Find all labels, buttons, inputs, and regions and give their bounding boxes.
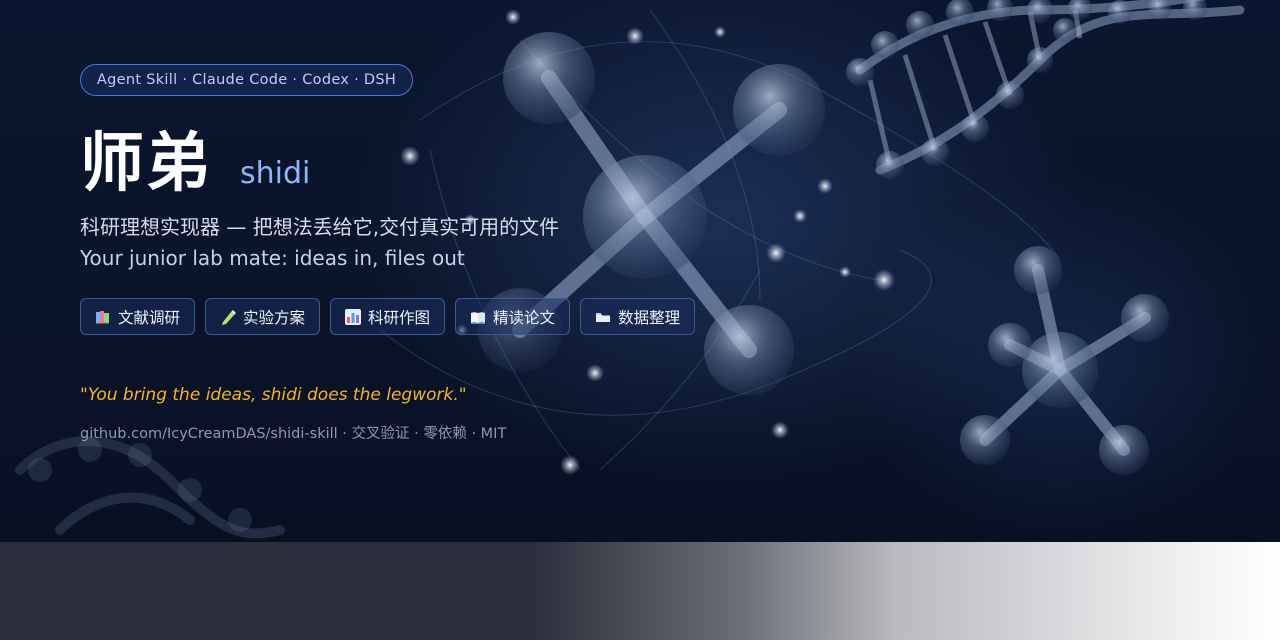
chip-data-cleanup[interactable]: 数据整理: [580, 298, 696, 335]
feature-chips: 文献调研 实验方案 科研作图 精读论文 数据整理: [80, 298, 696, 335]
chip-experiment-plan[interactable]: 实验方案: [205, 298, 321, 335]
books-icon: [95, 309, 111, 325]
tagline-quote: "You bring the ideas, shidi does the leg…: [80, 385, 467, 405]
bar-chart-icon: [345, 308, 362, 325]
platform-tag-pill: Agent Skill · Claude Code · Codex · DSH: [80, 64, 413, 96]
open-book-icon: [470, 309, 486, 325]
chip-label: 精读论文: [493, 308, 556, 327]
chip-label: 文献调研: [118, 308, 181, 327]
chip-paper-reading[interactable]: 精读论文: [455, 298, 571, 335]
bottom-gradient-strip: [0, 542, 1280, 640]
hero-banner: Agent Skill · Claude Code · Codex · DSH …: [0, 0, 1280, 542]
chip-label: 数据整理: [618, 308, 681, 327]
subtitle-english: Your junior lab mate: ideas in, files ou…: [80, 246, 465, 270]
chip-literature-review[interactable]: 文献调研: [80, 298, 196, 335]
folder-icon: [595, 309, 611, 325]
pen-icon: [220, 309, 237, 325]
page-title: 师弟: [80, 127, 212, 201]
chip-label: 实验方案: [243, 308, 306, 327]
chip-label: 科研作图: [368, 308, 431, 327]
chip-research-figures[interactable]: 科研作图: [330, 298, 446, 335]
subtitle-chinese: 科研理想实现器 — 把想法丢给它,交付真实可用的文件: [80, 215, 560, 239]
title-row: 师弟 shidi: [80, 122, 310, 202]
footer-meta: github.com/IcyCreamDAS/shidi-skill · 交叉验…: [80, 426, 507, 442]
page-title-romanized: shidi: [240, 156, 311, 191]
